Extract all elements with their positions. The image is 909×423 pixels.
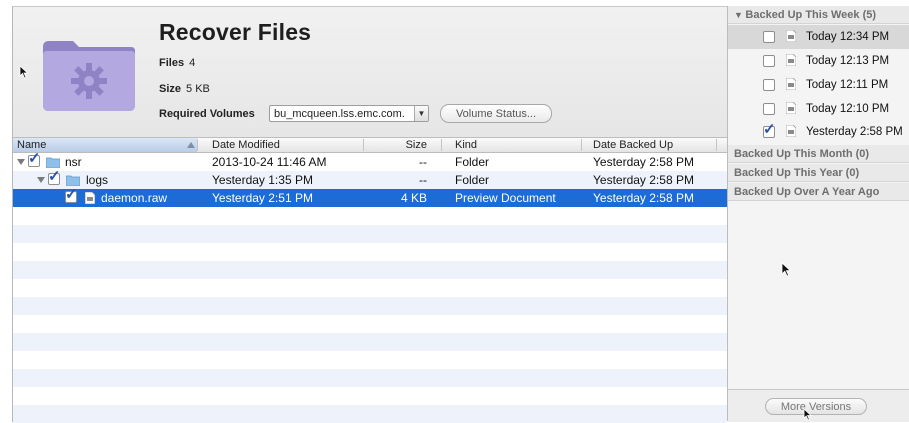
- empty-row: [13, 297, 727, 315]
- version-label: Today 12:10 PM: [806, 103, 890, 115]
- section-header-over-a-year[interactable]: Backed Up Over A Year Ago: [728, 183, 909, 201]
- date-backed-up: Yesterday 2:58 PM: [593, 155, 694, 169]
- empty-row: [13, 315, 727, 333]
- document-icon: [786, 102, 796, 114]
- file-name: logs: [86, 173, 109, 187]
- version-item[interactable]: Today 12:13 PM: [728, 49, 909, 73]
- folder-icon: [46, 157, 60, 168]
- checkmark-icon: ✓: [28, 150, 41, 167]
- empty-row: [13, 243, 727, 261]
- document-icon: [786, 30, 796, 42]
- section-header-this-week[interactable]: ▼ Backed Up This Week (5): [728, 6, 909, 24]
- date-modified: Yesterday 2:51 PM: [212, 191, 313, 205]
- mouse-pointer-icon: [781, 262, 792, 277]
- file-name: nsr: [65, 155, 82, 169]
- disclosure-triangle-icon[interactable]: ▼: [734, 10, 745, 20]
- version-checkbox[interactable]: [763, 55, 775, 67]
- version-label: Today 12:11 PM: [806, 79, 889, 91]
- empty-row: [13, 369, 727, 387]
- volume-status-button[interactable]: Volume Status...: [440, 104, 552, 123]
- version-label: Yesterday 2:58 PM: [806, 126, 903, 138]
- mouse-pointer-icon: [803, 408, 813, 421]
- empty-row: [13, 387, 727, 405]
- document-icon: [786, 78, 796, 90]
- version-item[interactable]: Today 12:34 PM: [728, 25, 909, 49]
- version-item[interactable]: ✓ Yesterday 2:58 PM: [728, 120, 909, 144]
- checkmark-icon: ✓: [65, 186, 78, 203]
- sort-ascending-icon: [187, 142, 195, 148]
- column-header-date-backed-up[interactable]: Date Backed Up: [593, 138, 673, 152]
- version-checkbox[interactable]: [763, 79, 775, 91]
- version-item[interactable]: Today 12:10 PM: [728, 97, 909, 121]
- date-modified: 2013-10-24 11:46 AM: [212, 155, 327, 169]
- column-header-date-modified[interactable]: Date Modified: [212, 138, 280, 152]
- document-icon: [786, 54, 796, 66]
- checkmark-icon: ✓: [763, 121, 776, 138]
- version-label: Today 12:34 PM: [806, 31, 890, 43]
- disclosure-triangle-icon[interactable]: [17, 159, 25, 165]
- column-header-size[interactable]: Size: [363, 138, 427, 152]
- file-size: 4 KB: [400, 191, 427, 205]
- recover-header: Recover Files Files 4 Size 5 KB Required V…: [13, 7, 727, 138]
- date-backed-up: Yesterday 2:58 PM: [593, 173, 694, 187]
- file-browser-pane: Recover Files Files 4 Size 5 KB Required V…: [12, 6, 727, 423]
- mouse-pointer-icon: [19, 65, 29, 79]
- table-row[interactable]: ✓ nsr 2013-10-24 11:46 AM -- Folder Yest…: [13, 151, 727, 171]
- smart-folder-icon: [43, 41, 135, 111]
- file-name: daemon.raw: [101, 191, 168, 205]
- files-count: Files 4: [159, 57, 196, 69]
- version-checkbox[interactable]: ✓: [763, 122, 776, 138]
- required-volumes-label: Required Volumes: [159, 108, 255, 120]
- chevron-down-icon: ▼: [414, 106, 428, 121]
- document-icon: [85, 192, 95, 204]
- section-header-this-year[interactable]: Backed Up This Year (0): [728, 164, 909, 182]
- file-size: --: [419, 173, 427, 187]
- version-checkbox[interactable]: [763, 103, 775, 115]
- column-header-kind[interactable]: Kind: [455, 138, 477, 152]
- file-list: ✓ nsr 2013-10-24 11:46 AM -- Folder Yest…: [13, 151, 727, 423]
- section-header-this-month[interactable]: Backed Up This Month (0): [728, 145, 909, 163]
- total-size: Size 5 KB: [159, 83, 210, 95]
- version-checkbox[interactable]: [763, 31, 775, 43]
- version-item[interactable]: Today 12:11 PM: [728, 73, 909, 97]
- column-header-name[interactable]: Name: [13, 138, 197, 152]
- file-kind: Folder: [455, 173, 490, 187]
- disclosure-triangle-icon[interactable]: [37, 177, 45, 183]
- row-checkbox[interactable]: ✓: [48, 169, 61, 185]
- empty-row: [13, 207, 727, 225]
- version-label: Today 12:13 PM: [806, 55, 890, 67]
- table-header: Name Date Modified Size Kind Date Backed…: [13, 138, 727, 153]
- empty-row: [13, 261, 727, 279]
- empty-row: [13, 225, 727, 243]
- table-row[interactable]: ✓ logs Yesterday 1:35 PM -- Folder Yeste…: [13, 169, 727, 189]
- row-checkbox[interactable]: ✓: [65, 187, 78, 203]
- required-volumes-select[interactable]: bu_mcqueen.lss.emc.com. ▼: [269, 105, 429, 122]
- table-row-selected[interactable]: ✓ daemon.raw Yesterday 2:51 PM 4 KB Prev…: [13, 187, 727, 207]
- date-modified: Yesterday 1:35 PM: [212, 173, 313, 187]
- empty-row: [13, 279, 727, 297]
- more-versions-button[interactable]: More Versions: [765, 398, 867, 415]
- empty-row: [13, 405, 727, 423]
- folder-icon: [66, 175, 80, 186]
- file-kind: Preview Document: [455, 191, 556, 205]
- file-size: --: [419, 155, 427, 169]
- document-icon: [786, 125, 796, 137]
- empty-row: [13, 351, 727, 369]
- file-kind: Folder: [455, 155, 490, 169]
- date-backed-up: Yesterday 2:58 PM: [593, 191, 694, 205]
- versions-sidebar: ▼ Backed Up This Week (5) Today 12:34 PM…: [727, 6, 909, 422]
- empty-row: [13, 333, 727, 351]
- checkmark-icon: ✓: [48, 168, 61, 185]
- page-title: Recover Files: [159, 19, 312, 45]
- row-checkbox[interactable]: ✓: [28, 151, 41, 167]
- versions-footer: More Versions: [728, 389, 909, 422]
- recover-files-window: Recover Files Files 4 Size 5 KB Required V…: [12, 6, 909, 423]
